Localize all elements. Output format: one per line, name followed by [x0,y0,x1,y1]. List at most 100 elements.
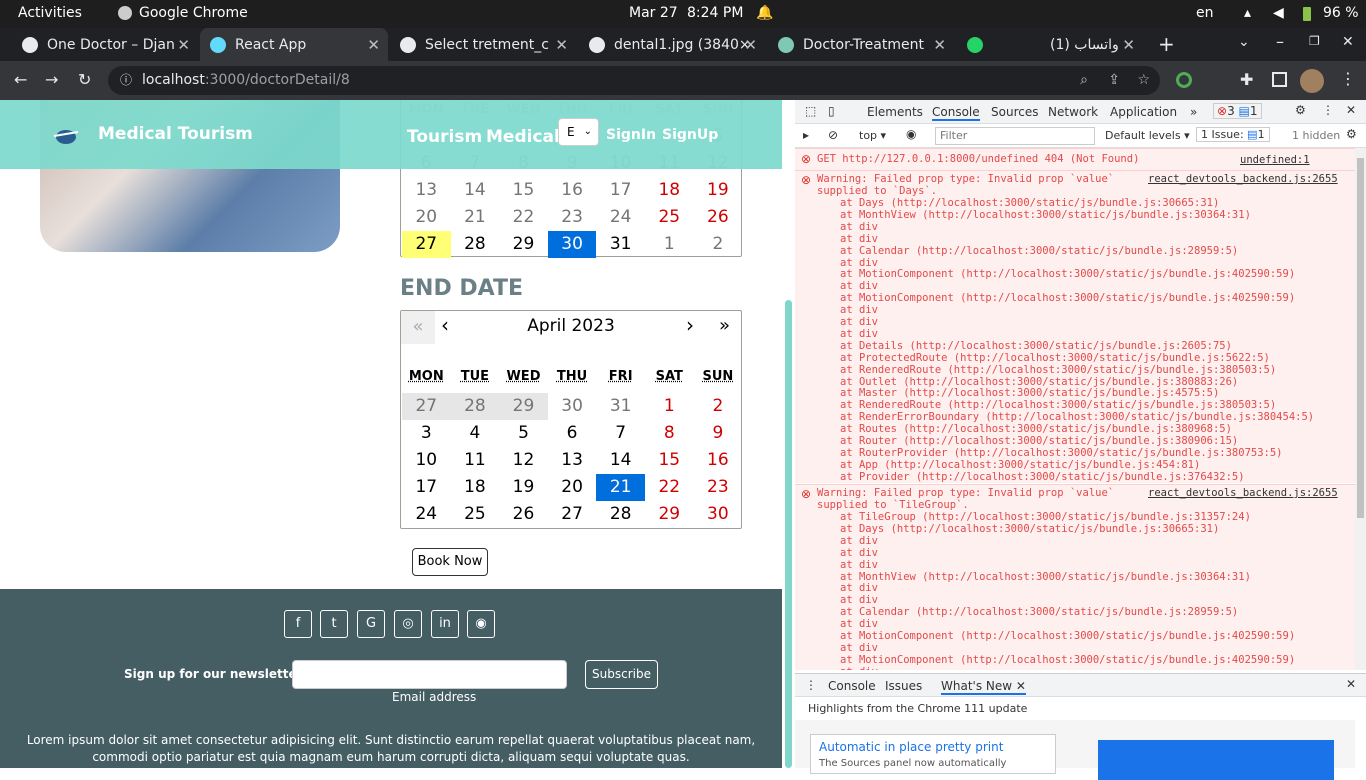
calendar-day[interactable]: 23 [548,204,597,231]
stack-frame[interactable]: at App (http://localhost:3000/static/js/… [840,459,1200,471]
extension-icon[interactable] [1176,72,1192,88]
calendar-day[interactable]: 29 [499,231,548,258]
calendar-day[interactable]: 20 [548,474,597,501]
console-scroll-thumb[interactable] [1357,158,1364,518]
console-scrollbar[interactable] [1355,148,1366,670]
calendar-day[interactable]: 28 [451,231,500,258]
language[interactable]: en [1196,5,1214,21]
calendar-day[interactable]: 22 [645,474,694,501]
calendar-day[interactable]: 7 [596,420,645,447]
levels-select[interactable]: Default levels ▾ [1105,129,1190,142]
calendar-day[interactable]: 18 [451,474,500,501]
calendar-day[interactable]: 25 [645,204,694,231]
bookmark-icon[interactable]: ☆ [1137,66,1150,95]
close-icon[interactable]: ✕ [367,36,380,54]
stack-frame[interactable]: at MotionComponent (http://localhost:300… [840,654,1295,666]
close-icon[interactable]: ✕ [177,36,190,54]
stack-frame[interactable]: at div [840,316,878,328]
stack-frame[interactable]: at div [840,582,878,594]
calendar-day[interactable]: 25 [451,501,500,528]
eye-icon[interactable]: ◉ [906,127,916,141]
close-icon[interactable]: ✕ [1122,36,1135,54]
calendar-day[interactable]: 9 [694,420,743,447]
calendar-day[interactable]: 19 [694,177,743,204]
calendar-day[interactable]: 17 [402,474,451,501]
activities-button[interactable]: Activities [18,5,82,21]
stack-frame[interactable]: at div [840,666,878,670]
tab-select-treatment[interactable]: Select tretment_c ✕ [390,28,576,61]
tab-react-app[interactable]: React App ✕ [200,28,388,61]
warning-text[interactable]: Warning: Failed prop type: Invalid prop … [817,173,1114,185]
github-icon[interactable]: ◉ [467,610,495,638]
google-icon[interactable]: G [357,610,385,638]
tab-dental-image[interactable]: dental1.jpg (3840× ✕ [579,28,765,61]
stack-frame[interactable]: at div [840,328,878,340]
stack-frame[interactable]: at MonthView (http://localhost:3000/stat… [840,209,1251,221]
close-window-button[interactable]: ✕ [1342,34,1354,50]
filter-input[interactable]: Filter [935,127,1095,145]
calendar-day[interactable]: 2 [694,393,743,420]
reload-icon[interactable]: ↻ [78,70,91,89]
card-title[interactable]: Automatic in place pretty print [819,740,1047,754]
error-count-badge[interactable]: ⊗3 ▤1 [1213,103,1262,119]
tab-one-doctor[interactable]: One Doctor – Djan ✕ [12,28,198,61]
drawer-tab-whats-new[interactable]: What's New ✕ [941,679,1026,695]
calendar-day[interactable]: 29 [645,501,694,528]
stack-frame[interactable]: at MotionComponent (http://localhost:300… [840,292,1295,304]
stack-frame[interactable]: at div [840,280,878,292]
more-tabs-icon[interactable]: » [1190,105,1197,119]
calendar-day[interactable]: 6 [548,420,597,447]
calendar-day[interactable]: 30 [547,231,597,258]
maximize-button[interactable]: ❐ [1309,34,1320,48]
stack-frame[interactable]: at div [840,233,878,245]
calendar-day[interactable]: 28 [450,393,500,420]
linkedin-icon[interactable]: in [431,610,459,638]
stack-frame[interactable]: at RenderErrorBoundary (http://localhost… [840,411,1314,423]
scrollbar-thumb[interactable] [785,300,792,768]
calendar-day[interactable]: 20 [402,204,451,231]
stack-frame[interactable]: at div [840,594,878,606]
minimize-button[interactable]: – [1276,32,1284,51]
issues-badge[interactable]: 1 Issue: ▤1 [1196,127,1270,142]
close-drawer-icon[interactable]: ✕ [1346,677,1356,691]
calendar-day[interactable]: 22 [499,204,548,231]
stack-frame[interactable]: at div [840,618,878,630]
stack-frame[interactable]: at Router (http://localhost:3000/static/… [840,435,1238,447]
stack-frame[interactable]: at ProtectedRoute (http://localhost:3000… [840,352,1270,364]
calendar-day[interactable]: 5 [499,420,548,447]
warning-source-link[interactable]: react_devtools_backend.js:2655 [1148,487,1338,499]
calendar-day[interactable]: 14 [596,447,645,474]
calendar-day[interactable]: 16 [694,447,743,474]
close-icon[interactable]: ✕ [555,36,568,54]
drawer-tab-console[interactable]: Console [828,679,876,693]
nav-medical[interactable]: Medical [486,127,560,147]
calendar-day[interactable]: 15 [499,177,548,204]
console-settings-icon[interactable]: ⚙ [1346,127,1357,141]
zoom-icon[interactable]: ⌕ [1080,66,1088,95]
battery-icon[interactable] [1303,7,1311,21]
stack-frame[interactable]: at MonthView (http://localhost:3000/stat… [840,571,1251,583]
wifi-icon[interactable]: ▴ [1244,5,1251,21]
date[interactable]: Mar 27 [629,5,678,21]
language-select[interactable]: E ⌄ [558,118,599,146]
calendar-day[interactable]: 27 [402,393,451,420]
close-devtools-icon[interactable]: ✕ [1346,103,1356,117]
stack-frame[interactable]: at div [840,559,878,571]
url-input[interactable]: ⓘ localhost:3000/doctorDetail/8 ⌕ ⇪ ☆ [108,66,1160,95]
calendar-day[interactable]: 31 [596,231,645,258]
stack-frame[interactable]: at Routes (http://localhost:3000/static/… [840,423,1232,435]
calendar-day[interactable]: 18 [645,177,694,204]
calendar-day[interactable]: 2 [694,231,743,258]
drawer-menu-icon[interactable]: ⋮ [805,678,817,692]
email-field[interactable] [292,660,567,689]
app-name[interactable]: Google Chrome [139,5,248,21]
stack-frame[interactable]: at Days (http://localhost:3000/static/js… [840,523,1219,535]
stack-frame[interactable]: at div [840,535,878,547]
calendar-day[interactable]: 23 [694,474,743,501]
calendar-day[interactable]: 26 [694,204,743,231]
tab-doctor-treatment[interactable]: Doctor-Treatment ✕ [768,28,954,61]
calendar-day[interactable]: 27 [548,501,597,528]
inspect-icon[interactable]: ⬚ [805,104,816,118]
tab-elements[interactable]: Elements [867,105,923,119]
tab-sources[interactable]: Sources [991,105,1038,119]
